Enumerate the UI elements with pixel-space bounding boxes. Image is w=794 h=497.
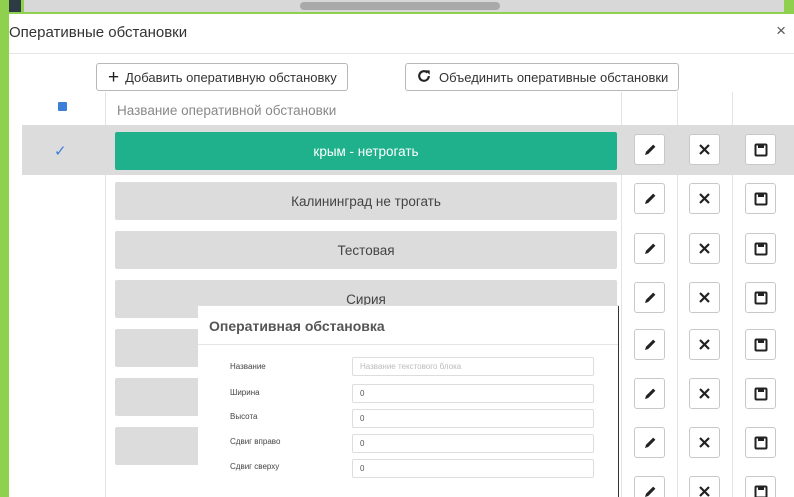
edit-button[interactable] xyxy=(634,476,665,497)
offset-right-field-label: Сдвиг вправо xyxy=(230,437,281,446)
delete-icon xyxy=(699,437,710,448)
edit-button[interactable] xyxy=(634,282,665,313)
save-button[interactable] xyxy=(745,329,776,360)
delete-button[interactable] xyxy=(689,378,720,409)
edit-icon xyxy=(644,388,655,399)
delete-button[interactable] xyxy=(689,233,720,264)
delete-button[interactable] xyxy=(689,183,720,214)
merge-situations-label: Объединить оперативные обстановки xyxy=(439,69,669,85)
save-icon xyxy=(754,436,767,449)
delete-button[interactable] xyxy=(689,427,720,458)
refresh-icon xyxy=(417,69,431,85)
background-app-banner xyxy=(300,2,500,10)
height-field-label: Высота xyxy=(230,412,258,421)
save-icon xyxy=(754,387,767,400)
edit-button[interactable] xyxy=(634,134,665,165)
edit-icon xyxy=(644,437,655,448)
edit-button[interactable] xyxy=(634,378,665,409)
delete-icon xyxy=(699,339,710,350)
save-button[interactable] xyxy=(745,233,776,264)
save-button[interactable] xyxy=(745,282,776,313)
height-field[interactable]: 0 xyxy=(352,409,594,428)
delete-button[interactable] xyxy=(689,282,720,313)
column-header-name: Название оперативной обстановки xyxy=(117,103,337,118)
offset-top-field-label: Сдвиг сверху xyxy=(230,462,280,471)
delete-button[interactable] xyxy=(689,329,720,360)
situation-name-button[interactable]: крым - нетрогать xyxy=(115,132,617,170)
select-all-checkbox[interactable] xyxy=(58,102,67,111)
add-situation-label: Добавить оперативную обстановку xyxy=(125,69,337,85)
delete-button[interactable] xyxy=(689,134,720,165)
plus-icon: + xyxy=(108,66,120,88)
save-icon xyxy=(754,242,767,255)
edit-icon xyxy=(644,486,655,497)
save-icon xyxy=(754,485,767,497)
save-icon xyxy=(754,192,767,205)
modal-header: Оперативные обстановки × xyxy=(9,14,794,54)
modal-title: Оперативные обстановки xyxy=(9,24,188,41)
close-icon[interactable]: × xyxy=(776,22,786,39)
offset-top-field[interactable]: 0 xyxy=(352,459,594,478)
offset-right-field[interactable]: 0 xyxy=(352,434,594,453)
edit-icon xyxy=(644,193,655,204)
add-situation-button[interactable]: + Добавить оперативную обстановку xyxy=(96,63,348,91)
situation-name-button[interactable]: Калининград не трогать xyxy=(115,182,617,220)
width-field[interactable]: 0 xyxy=(352,384,594,403)
situation-name-button[interactable]: Тестовая xyxy=(115,231,617,269)
delete-icon xyxy=(699,144,710,155)
edit-button[interactable] xyxy=(634,183,665,214)
background-app-strip xyxy=(0,0,794,14)
panel-title: Оперативная обстановка xyxy=(209,318,385,334)
name-field-label: Название xyxy=(230,362,266,371)
save-icon xyxy=(754,338,767,351)
save-button[interactable] xyxy=(745,476,776,497)
edit-icon xyxy=(644,292,655,303)
delete-button[interactable] xyxy=(689,476,720,497)
delete-icon xyxy=(699,486,710,497)
edit-button[interactable] xyxy=(634,427,665,458)
edit-button[interactable] xyxy=(634,329,665,360)
situation-settings-panel: Оперативная обстановка Название Ширина 0… xyxy=(198,305,619,497)
delete-icon xyxy=(699,243,710,254)
panel-divider xyxy=(198,344,619,345)
edit-icon xyxy=(644,243,655,254)
operational-situations-modal: Оперативные обстановки × + Добавить опер… xyxy=(9,14,794,497)
name-field[interactable] xyxy=(352,357,594,376)
save-button[interactable] xyxy=(745,183,776,214)
row-checkbox-checked[interactable]: ✓ xyxy=(54,142,67,160)
edit-button[interactable] xyxy=(634,233,665,264)
width-field-label: Ширина xyxy=(230,388,260,397)
delete-icon xyxy=(699,292,710,303)
edit-icon xyxy=(644,339,655,350)
panel-edge xyxy=(618,306,619,497)
save-icon xyxy=(754,143,767,156)
delete-icon xyxy=(699,193,710,204)
save-icon xyxy=(754,291,767,304)
save-button[interactable] xyxy=(745,134,776,165)
delete-icon xyxy=(699,388,710,399)
save-button[interactable] xyxy=(745,427,776,458)
edit-icon xyxy=(644,144,655,155)
background-app-logo xyxy=(9,0,21,12)
merge-situations-button[interactable]: Объединить оперативные обстановки xyxy=(405,63,680,91)
save-button[interactable] xyxy=(745,378,776,409)
